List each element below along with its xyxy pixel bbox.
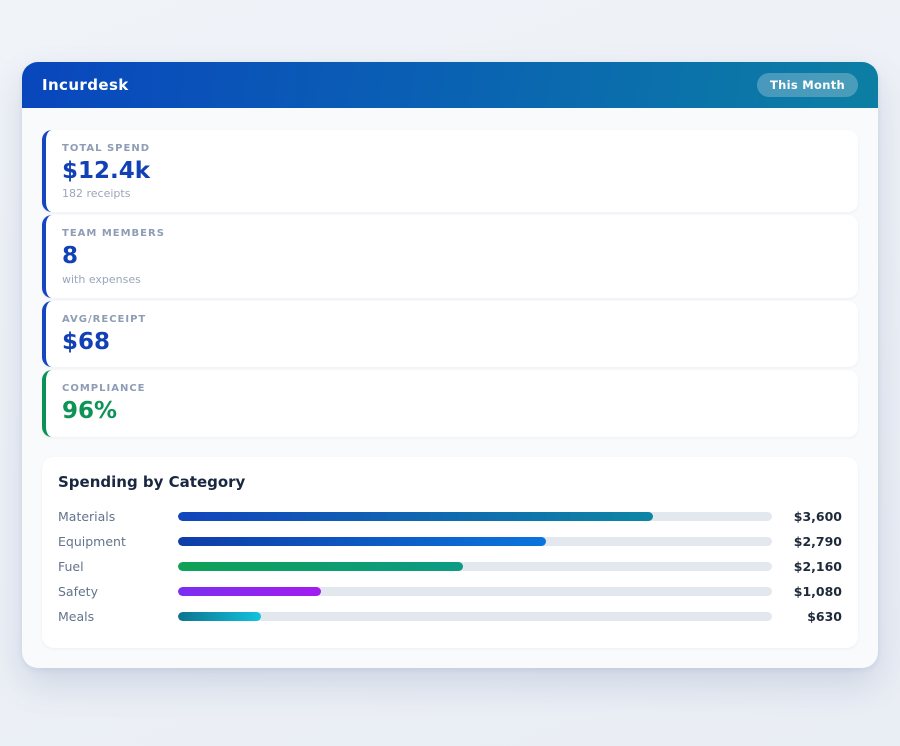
category-bar-fill xyxy=(178,511,654,521)
stat-value: $68 xyxy=(62,328,111,355)
category-bar-fill xyxy=(178,561,464,571)
app-header: Incurdesk This Month xyxy=(22,62,878,108)
chart-title: Spending by Category xyxy=(58,472,246,491)
category-label: Equipment xyxy=(58,533,126,549)
category-label: Meals xyxy=(58,608,95,624)
category-value: $3,600 xyxy=(793,508,842,524)
category-row-meals: Meals $630 xyxy=(58,604,842,629)
category-value: $2,790 xyxy=(793,533,842,549)
category-row-safety: Safety $1,080 xyxy=(58,579,842,604)
app-body: TOTAL SPEND $12.4k 182 receipts TEAM MEM… xyxy=(22,108,878,668)
stat-label: TOTAL SPEND xyxy=(62,143,150,154)
stat-card-compliance: COMPLIANCE 96% xyxy=(42,370,858,437)
period-badge[interactable]: This Month xyxy=(756,73,858,97)
stat-value: 96% xyxy=(62,398,118,425)
category-label: Fuel xyxy=(58,558,84,574)
stat-card-team-members: TEAM MEMBERS 8 with expenses xyxy=(42,215,858,298)
category-value: $1,080 xyxy=(793,583,842,599)
dashboard-panel: Incurdesk This Month TOTAL SPEND $12.4k … xyxy=(22,62,878,668)
category-value: $2,160 xyxy=(793,558,842,574)
category-value: $630 xyxy=(807,608,842,624)
category-bar-track xyxy=(178,586,772,596)
category-bar-track xyxy=(178,511,772,521)
category-row-fuel: Fuel $2,160 xyxy=(58,554,842,579)
stat-label: COMPLIANCE xyxy=(62,383,146,395)
stat-value: $12.4k xyxy=(62,158,151,184)
category-row-materials: Materials $3,600 xyxy=(58,504,842,529)
stat-card-avg-receipt: AVG/RECEIPT $68 xyxy=(42,300,858,368)
category-bar-fill xyxy=(178,611,262,621)
category-bar-fill xyxy=(178,586,321,596)
stat-card-total-spend: TOTAL SPEND $12.4k 182 receipts xyxy=(42,130,858,213)
stat-sub: with expenses xyxy=(62,272,141,286)
category-bar-track xyxy=(178,561,772,571)
category-label: Safety xyxy=(58,583,98,599)
page-background: { "header": { "title": "Incurdesk", "bad… xyxy=(0,0,900,746)
category-bar-track xyxy=(178,611,772,621)
stat-value: 8 xyxy=(62,243,79,270)
spending-by-category-card: Spending by Category Materials $3,600 Eq… xyxy=(42,456,858,648)
stat-label: AVG/RECEIPT xyxy=(62,313,147,325)
category-label: Materials xyxy=(58,508,116,524)
stat-sub: 182 receipts xyxy=(62,187,131,201)
app-title: Incurdesk xyxy=(42,76,129,94)
category-row-equipment: Equipment $2,790 xyxy=(58,529,842,554)
category-bar-track xyxy=(178,536,772,546)
stat-label: TEAM MEMBERS xyxy=(62,228,165,240)
category-bar-fill xyxy=(178,536,547,546)
